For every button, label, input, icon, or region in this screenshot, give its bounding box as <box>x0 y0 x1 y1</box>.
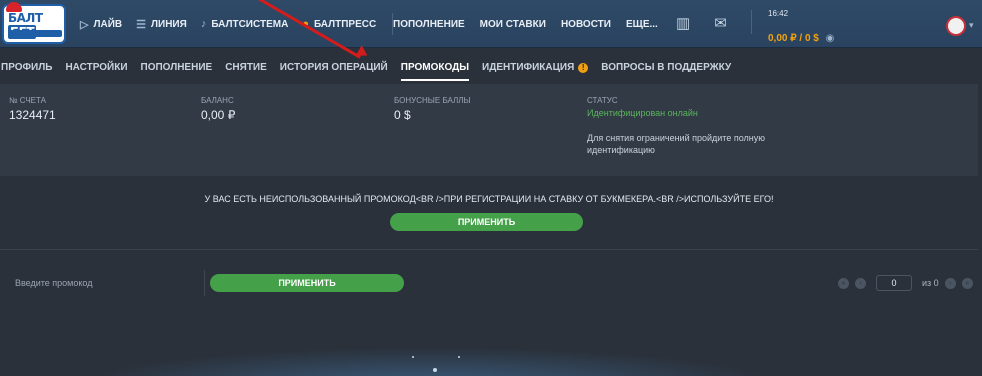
header-balance[interactable]: 0,00 ₽ / 0 $ ◉ <box>768 33 834 44</box>
avatar[interactable] <box>946 16 966 36</box>
nav-baltpress-label: БАЛТПРЕСС <box>313 18 377 30</box>
unused-promo-notice: У ВАС ЕСТЬ НЕИСПОЛЬЗОВАННЫЙ ПРОМОКОД<BR … <box>204 194 774 204</box>
last-page-icon[interactable]: » <box>961 277 973 289</box>
nav-live-label: ЛАЙВ <box>93 18 123 30</box>
main-nav: ▷ ЛАЙВ ☰ ЛИНИЯ ♪ БАЛТСИСТЕМА ● БАЛТПРЕСС <box>80 0 405 48</box>
bonus-value: 0 $ <box>394 108 411 122</box>
first-page-icon[interactable]: « <box>838 277 849 289</box>
tab-settings[interactable]: НАСТРОЙКИ <box>65 56 127 82</box>
decor-dot <box>412 356 414 358</box>
promo-code-input[interactable] <box>9 270 205 296</box>
bottom-decoration <box>0 326 978 376</box>
logo-subtitle-bar <box>8 30 62 37</box>
nav-my-bets[interactable]: МОИ СТАВКИ <box>480 19 546 30</box>
nav-live[interactable]: ▷ ЛАЙВ <box>80 18 122 31</box>
tab-profile[interactable]: ПРОФИЛЬ <box>1 56 52 82</box>
nav-news[interactable]: НОВОСТИ <box>561 19 611 30</box>
play-icon: ▷ <box>80 18 89 31</box>
balance-value: 0,00 ₽ <box>201 108 236 122</box>
header-tools: ▥ ✉ <box>676 10 752 34</box>
apply-unused-promo-button[interactable]: ПРИМЕНИТЬ <box>390 213 583 231</box>
account-number-label: № СЧЕТА <box>9 96 46 105</box>
profile-tabs: ПРОФИЛЬ НАСТРОЙКИ ПОПОЛНЕНИЕ СНЯТИЕ ИСТО… <box>0 56 982 82</box>
balance-label: БАЛАНС <box>201 96 234 105</box>
baltbet-logo[interactable]: БАЛТ БЕТ <box>2 2 66 44</box>
account-number-field: № СЧЕТА 1324471 <box>9 96 56 122</box>
warning-badge-icon: ! <box>578 63 589 73</box>
account-info-panel: № СЧЕТА 1324471 БАЛАНС 0,00 ₽ БОНУСНЫЕ Б… <box>0 84 978 176</box>
status-note: Для снятия ограничений пройдите полную и… <box>587 133 765 155</box>
balance-field: БАЛАНС 0,00 ₽ <box>201 96 235 122</box>
list-icon: ☰ <box>136 18 146 31</box>
tab-deposit[interactable]: ПОПОЛНЕНИЕ <box>141 56 213 82</box>
status-value: Идентифицирован онлайн <box>587 108 698 118</box>
stats-icon[interactable]: ▥ <box>676 14 690 34</box>
nav-deposit[interactable]: ПОПОЛНЕНИЕ <box>393 19 465 30</box>
nav-more[interactable]: ЕЩЕ... <box>626 19 658 30</box>
header-balance-value: 0,00 ₽ / 0 $ <box>768 33 819 44</box>
status-field: СТАТУС Идентифицирован онлайн Для снятия… <box>587 96 787 156</box>
bonus-label: БОНУСНЫЕ БАЛЛЫ <box>394 96 471 105</box>
tab-support[interactable]: ВОПРОСЫ В ПОДДЕРЖКУ <box>601 56 731 82</box>
bonus-field: БОНУСНЫЕ БАЛЛЫ 0 $ <box>394 96 471 122</box>
nav-baltsystem-label: БАЛТСИСТЕМА <box>211 18 289 30</box>
chevron-down-icon[interactable]: ▾ <box>969 20 974 31</box>
secondary-nav: ПОПОЛНЕНИЕ МОИ СТАВКИ НОВОСТИ ЕЩЕ... <box>393 0 658 48</box>
prev-page-icon[interactable]: ‹ <box>855 277 866 289</box>
nav-line[interactable]: ☰ ЛИНИЯ <box>136 18 187 31</box>
top-navigation-bar: БАЛТ БЕТ ▷ ЛАЙВ ☰ ЛИНИЯ ♪ БАЛТСИСТЕМА ● … <box>0 0 982 48</box>
pagination: « ‹ 0 из 0 › » <box>838 275 973 291</box>
status-label: СТАТУС <box>587 96 618 105</box>
apply-promo-button[interactable]: ПРИМЕНИТЬ <box>210 274 404 292</box>
nav-baltsystem[interactable]: ♪ БАЛТСИСТЕМА <box>201 18 289 30</box>
tab-history[interactable]: ИСТОРИЯ ОПЕРАЦИЙ <box>280 56 388 82</box>
header-divider <box>750 10 752 34</box>
account-number-value: 1324471 <box>9 108 56 122</box>
page-total: из 0 <box>922 278 939 288</box>
decor-dot <box>458 356 460 358</box>
tab-identification[interactable]: ИДЕНТИФИКАЦИЯ! <box>482 56 589 82</box>
next-page-icon[interactable]: › <box>944 277 956 289</box>
tab-withdraw[interactable]: СНЯТИЕ <box>225 56 267 82</box>
eye-icon[interactable]: ◉ <box>826 33 835 44</box>
mail-icon[interactable]: ✉ <box>714 14 727 34</box>
page-number-input[interactable]: 0 <box>876 275 912 291</box>
clock: 16:42 <box>768 9 789 18</box>
decor-dot <box>433 368 437 372</box>
section-divider <box>0 249 978 250</box>
guitar-icon: ♪ <box>200 18 207 30</box>
tab-promocodes[interactable]: ПРОМОКОДЫ <box>400 56 470 82</box>
tab-identification-label: ИДЕНТИФИКАЦИЯ <box>482 62 575 73</box>
nav-line-label: ЛИНИЯ <box>151 18 187 30</box>
